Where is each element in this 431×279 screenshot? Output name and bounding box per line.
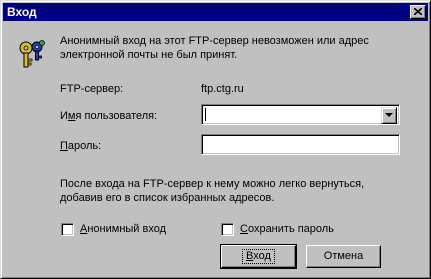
anonymous-checkbox[interactable] bbox=[61, 223, 74, 236]
password-label: Пароль: bbox=[60, 140, 102, 152]
username-label: Имя пользователя: bbox=[60, 110, 158, 122]
login-dialog: Вход Анонимный вход на этот FTP-сервер н… bbox=[0, 0, 431, 279]
title-bar[interactable]: Вход bbox=[3, 3, 428, 21]
cancel-button[interactable]: Отмена bbox=[306, 245, 381, 268]
keys-icon bbox=[19, 40, 45, 68]
status-message: Анонимный вход на этот FTP-сервер невозм… bbox=[60, 35, 369, 61]
username-dropdown-button[interactable] bbox=[381, 107, 397, 124]
login-button-label: Вход bbox=[242, 249, 275, 264]
anonymous-label[interactable]: Анонимный вход bbox=[80, 222, 166, 236]
server-label: FTP-сервер: bbox=[60, 83, 124, 95]
text-caret bbox=[205, 108, 206, 121]
save-password-label[interactable]: Сохранить пароль bbox=[240, 222, 334, 236]
close-button[interactable] bbox=[410, 5, 426, 19]
info-text: После входа на FTP-сервер к нему можно л… bbox=[60, 178, 365, 204]
close-icon bbox=[414, 8, 422, 15]
chevron-down-icon bbox=[385, 113, 393, 117]
username-combobox[interactable] bbox=[201, 104, 400, 125]
password-field[interactable] bbox=[201, 134, 400, 155]
login-button[interactable]: Вход bbox=[220, 244, 297, 269]
server-value: ftp.ctg.ru bbox=[201, 83, 244, 95]
window-title: Вход bbox=[7, 5, 37, 19]
save-password-checkbox[interactable] bbox=[221, 223, 234, 236]
